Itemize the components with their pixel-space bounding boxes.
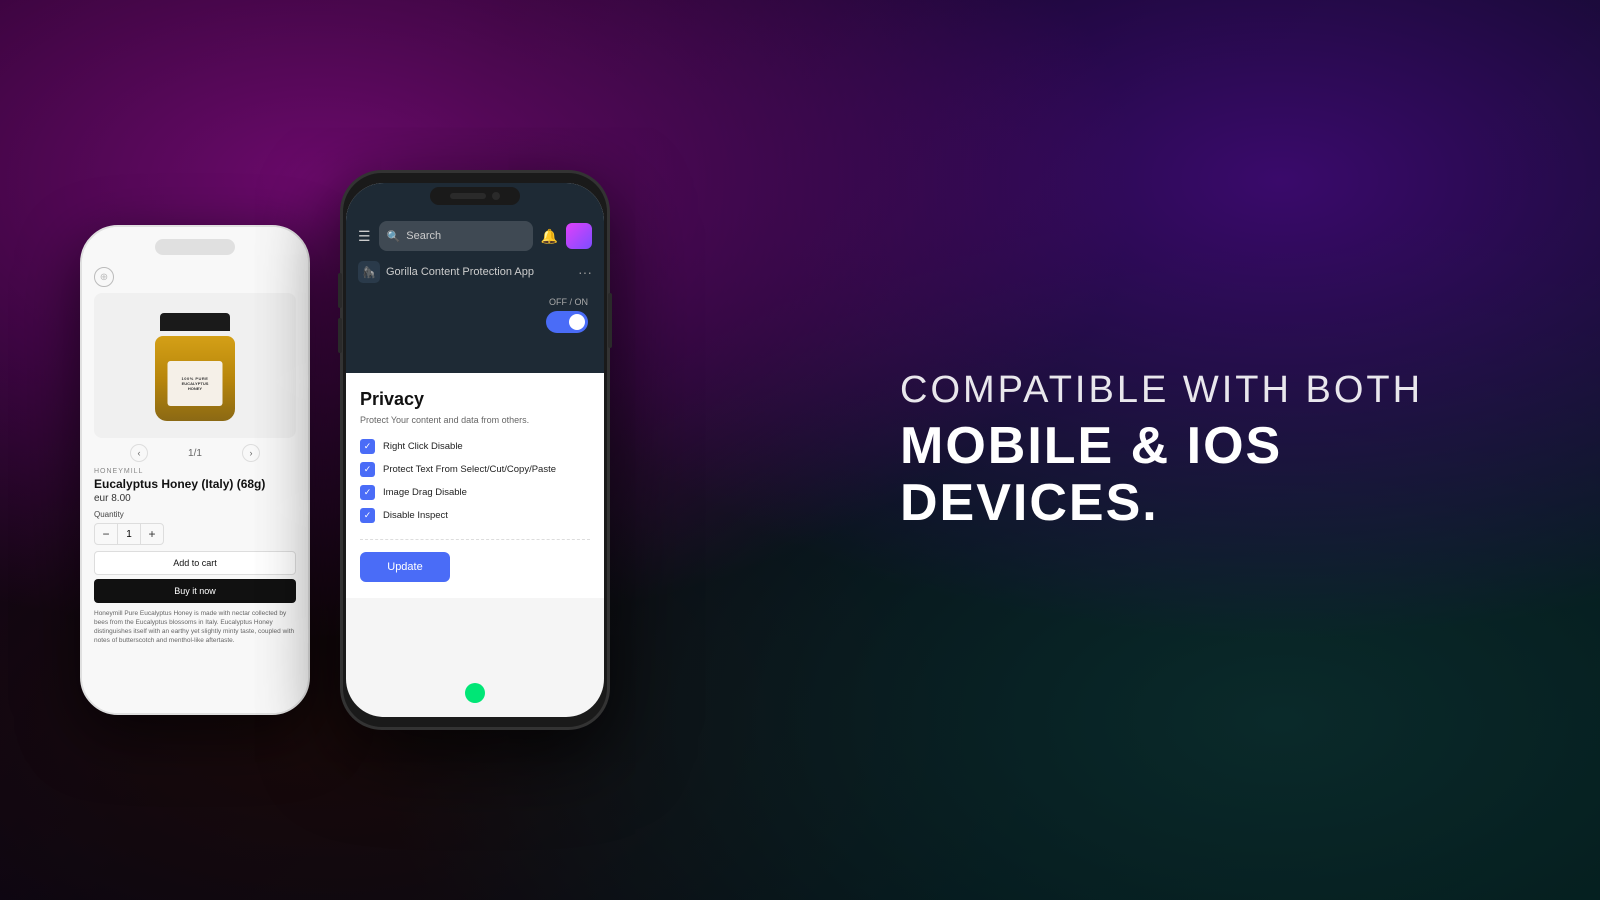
check-icon-1: ✓ (364, 441, 372, 452)
privacy-subtitle: Protect Your content and data from other… (360, 415, 590, 425)
right-phone-inner: ☰ 🔍 Search 🔔 🦍 Gorilla Content Protectio… (346, 183, 604, 717)
checkbox-label-2: Protect Text From Select/Cut/Copy/Paste (383, 464, 556, 475)
check-icon-2: ✓ (364, 464, 372, 475)
buy-now-button[interactable]: Buy it now (94, 579, 296, 603)
compatible-text: COMPATIBLE WITH BOTH (900, 368, 1520, 414)
search-text: Search (406, 230, 441, 242)
jar-label: 100% PURE EUCALYPTUS HONEY (168, 361, 223, 406)
app-icon: 🦍 (358, 261, 380, 283)
checkbox-item-4: ✓ Disable Inspect (360, 508, 590, 523)
left-phone-inner: ⊕ 100% PURE EUCALYPTUS HONEY (82, 227, 308, 713)
home-indicator (465, 683, 485, 703)
search-box[interactable]: 🔍 Search (379, 221, 533, 251)
toggle-switch[interactable] (546, 311, 588, 333)
mobile-ios-text: MOBILE & IOS DEVICES. (900, 418, 1520, 532)
photo-icon: ⊕ (94, 267, 114, 287)
checkbox-3[interactable]: ✓ (360, 485, 375, 500)
add-to-cart-button[interactable]: Add to cart (94, 551, 296, 575)
checkbox-list: ✓ Right Click Disable ✓ Protect Text Fro… (360, 439, 590, 523)
avatar-button[interactable] (566, 223, 592, 249)
phone-right: ☰ 🔍 Search 🔔 🦍 Gorilla Content Protectio… (340, 170, 610, 730)
check-icon-3: ✓ (364, 487, 372, 498)
product-price: eur 8.00 (94, 493, 296, 504)
divider (360, 539, 590, 540)
phones-container: ⊕ 100% PURE EUCALYPTUS HONEY (80, 170, 610, 730)
hamburger-icon[interactable]: ☰ (358, 228, 371, 245)
text-section: COMPATIBLE WITH BOTH MOBILE & IOS DEVICE… (900, 368, 1520, 532)
notch-bar (450, 193, 486, 199)
search-icon: 🔍 (387, 230, 401, 243)
app-title: Gorilla Content Protection App (386, 266, 534, 278)
app-icon-title: 🦍 Gorilla Content Protection App (358, 261, 534, 283)
toggle-label: OFF / ON (549, 297, 588, 307)
qty-value: 1 (117, 524, 141, 544)
left-phone-notch (155, 239, 235, 255)
checkbox-item-2: ✓ Protect Text From Select/Cut/Copy/Past… (360, 462, 590, 477)
checkbox-item-3: ✓ Image Drag Disable (360, 485, 590, 500)
nav-counter: 1/1 (188, 448, 202, 459)
jar-body: 100% PURE EUCALYPTUS HONEY (155, 336, 235, 421)
power-btn (608, 293, 612, 348)
notch-dot (492, 192, 500, 200)
toggle-area: OFF / ON (358, 297, 592, 333)
content-wrapper: ⊕ 100% PURE EUCALYPTUS HONEY (0, 0, 1600, 900)
volume-down-btn (338, 318, 342, 353)
privacy-title: Privacy (360, 389, 590, 410)
quantity-label: Quantity (94, 510, 296, 519)
right-phone-notch (430, 187, 520, 205)
checkbox-label-3: Image Drag Disable (383, 487, 467, 498)
next-arrow[interactable]: › (242, 444, 260, 462)
prev-arrow[interactable]: ‹ (130, 444, 148, 462)
nav-arrows: ‹ 1/1 › (82, 438, 308, 468)
more-options-icon[interactable]: ··· (578, 264, 592, 280)
toggle-knob (569, 314, 585, 330)
checkbox-1[interactable]: ✓ (360, 439, 375, 454)
checkbox-2[interactable]: ✓ (360, 462, 375, 477)
honey-jar-image: 100% PURE EUCALYPTUS HONEY (150, 311, 240, 421)
qty-decrease[interactable]: − (95, 523, 117, 545)
checkbox-label-1: Right Click Disable (383, 441, 463, 452)
checkbox-4[interactable]: ✓ (360, 508, 375, 523)
product-details: HONEYMILL Eucalyptus Honey (Italy) (68g)… (82, 468, 308, 645)
quantity-control: − 1 + (94, 523, 164, 545)
product-name: Eucalyptus Honey (Italy) (68g) (94, 477, 296, 491)
app-header-row: 🦍 Gorilla Content Protection App ··· (358, 261, 592, 283)
update-button[interactable]: Update (360, 552, 450, 582)
search-row: ☰ 🔍 Search 🔔 (358, 221, 592, 251)
phone-left: ⊕ 100% PURE EUCALYPTUS HONEY (80, 225, 310, 715)
jar-lid (160, 313, 230, 331)
checkbox-label-4: Disable Inspect (383, 510, 448, 521)
phone-content-area: Privacy Protect Your content and data fr… (346, 373, 604, 598)
product-image-area: 100% PURE EUCALYPTUS HONEY (94, 293, 296, 438)
bell-icon[interactable]: 🔔 (541, 228, 558, 245)
product-description: Honeymill Pure Eucalyptus Honey is made … (94, 609, 296, 645)
qty-increase[interactable]: + (141, 523, 163, 545)
check-icon-4: ✓ (364, 510, 372, 521)
volume-up-btn (338, 273, 342, 308)
product-brand: HONEYMILL (94, 468, 296, 475)
checkbox-item-1: ✓ Right Click Disable (360, 439, 590, 454)
phone-dark-top: ☰ 🔍 Search 🔔 🦍 Gorilla Content Protectio… (346, 183, 604, 373)
